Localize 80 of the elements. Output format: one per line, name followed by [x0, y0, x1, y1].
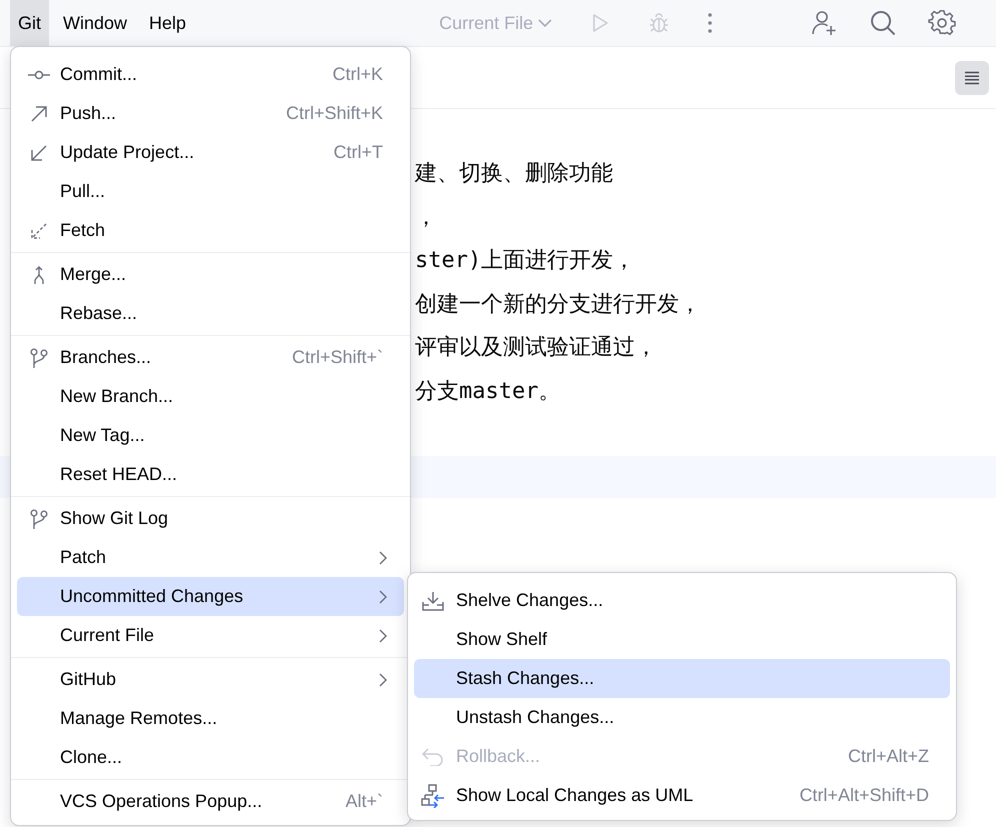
menu-item[interactable]: Shelve Changes... [414, 581, 950, 620]
menu-item[interactable]: Merge... [17, 255, 404, 294]
shortcut-label: Ctrl+Alt+Shift+D [799, 785, 929, 806]
shortcut-label: Ctrl+Alt+Z [848, 746, 929, 767]
menu-icon [964, 70, 980, 84]
menu-item-label: Pull... [60, 181, 106, 202]
menu-item-label: GitHub [60, 669, 116, 690]
menu-item-label: Merge... [60, 264, 126, 285]
code-line: ， [415, 204, 438, 232]
branch-icon [30, 348, 48, 368]
shortcut-label: Ctrl+Shift+K [286, 103, 383, 124]
menu-item[interactable]: Show Shelf [414, 620, 950, 659]
shortcut-label: Alt+` [345, 791, 383, 812]
code-line: 创建一个新的分支进行开发， [415, 290, 702, 318]
menu-item-label: Stash Changes... [456, 668, 594, 689]
add-user-icon[interactable] [810, 9, 838, 37]
commit-icon [28, 70, 50, 80]
menu-item-label: Manage Remotes... [60, 708, 218, 729]
menu-item[interactable]: Patch [17, 538, 404, 577]
menu-item[interactable]: Push... Ctrl+Shift+K [17, 94, 404, 133]
diagram-icon [421, 784, 445, 808]
more-icon[interactable] [707, 12, 714, 34]
menu-item[interactable]: Branches... Ctrl+Shift+` [17, 338, 404, 377]
menu-item[interactable]: Commit... Ctrl+K [17, 55, 404, 94]
menu-item[interactable]: Manage Remotes... [17, 699, 404, 738]
menu-item[interactable]: Uncommitted Changes [17, 577, 404, 616]
menu-item-label: Rebase... [60, 303, 138, 324]
menu-item-label: Clone... [60, 747, 122, 768]
menu-item[interactable]: Show Git Log [17, 499, 404, 538]
shortcut-label: Ctrl+K [332, 64, 383, 85]
download-tray-icon [422, 590, 444, 610]
menu-item[interactable]: VCS Operations Popup... Alt+` [17, 782, 404, 821]
merge-icon [32, 266, 46, 284]
menu-item-label: Patch [60, 547, 106, 568]
menu-item-label: New Tag... [60, 425, 145, 446]
menu-item-label: Update Project... [60, 142, 194, 163]
menu-item[interactable]: Current File [17, 616, 404, 655]
arrow-up-right-icon [31, 106, 47, 122]
branch-icon [30, 508, 48, 528]
menu-item-label: Fetch [60, 220, 106, 241]
menu-item[interactable]: New Tag... [17, 416, 404, 455]
menu-item-label: Rollback... [456, 746, 540, 767]
menu-item[interactable]: Update Project... Ctrl+T [17, 133, 404, 172]
menu-item[interactable]: Rebase... [17, 294, 404, 333]
code-line: 分支master。 [415, 378, 562, 406]
menu-item-label: Push... [60, 103, 116, 124]
arrow-down-left-icon [31, 144, 47, 160]
menu-bar-item[interactable]: Window [55, 0, 136, 46]
menu-item[interactable]: Stash Changes... [414, 659, 950, 698]
menu-item-label: Commit... [60, 64, 138, 85]
menu-item[interactable]: New Branch... [17, 377, 404, 416]
settings-icon[interactable] [928, 9, 956, 37]
code-line: 评审以及测试验证通过， [415, 334, 658, 362]
code-line: 建、切换、删除功能 [415, 160, 614, 188]
menu-bar-item[interactable]: Help [141, 0, 194, 46]
menu-item-label: Show Git Log [60, 508, 168, 529]
menu-item[interactable]: Clone... [17, 738, 404, 777]
menu-item-label: Shelve Changes... [456, 590, 604, 611]
shortcut-label: Ctrl+T [334, 142, 383, 163]
menu-item-label: VCS Operations Popup... [60, 791, 262, 812]
menu-item[interactable]: Pull... [17, 172, 404, 211]
menu-item-label: Show Shelf [456, 629, 548, 650]
menu-item[interactable]: Fetch [17, 211, 404, 250]
menu-item-label: New Branch... [60, 386, 174, 407]
menu-item-label: Branches... [60, 347, 152, 368]
menu-item-label: Show Local Changes as UML [456, 785, 694, 806]
menu-item[interactable]: Unstash Changes... [414, 698, 950, 737]
menu-item-label: Current File [60, 625, 154, 646]
search-icon[interactable] [869, 9, 897, 37]
menu-item[interactable]: GitHub [17, 660, 404, 699]
menu-item-label: Unstash Changes... [456, 707, 614, 728]
undo-icon [422, 748, 444, 766]
dashed-arrow-icon [31, 222, 47, 238]
code-line: ster)上面进行开发， [415, 247, 636, 275]
shortcut-label: Ctrl+Shift+` [292, 347, 383, 368]
menu-item-label: Reset HEAD... [60, 464, 178, 485]
menu-item[interactable]: Show Local Changes as UML Ctrl+Alt+Shift+D [414, 776, 950, 815]
menu-bar-item[interactable]: Git [10, 0, 50, 46]
menu-button[interactable] [955, 60, 989, 94]
menu-item-label: Uncommitted Changes [60, 586, 244, 607]
